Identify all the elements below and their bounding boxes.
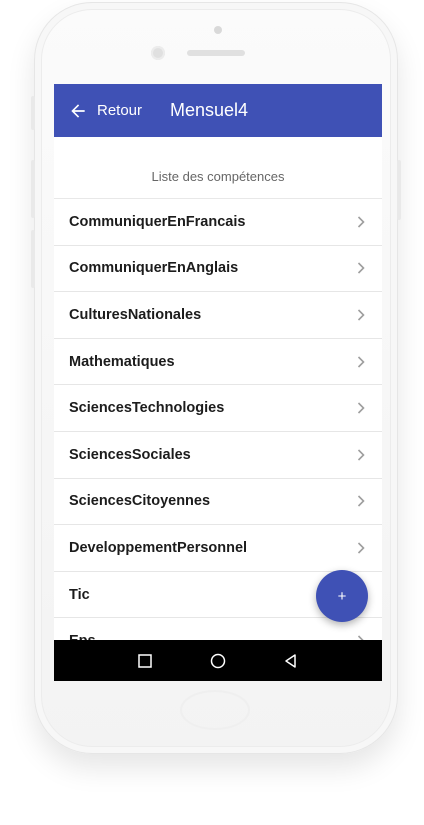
android-nav-bar <box>54 640 382 681</box>
list-item[interactable]: CulturesNationales <box>54 292 382 339</box>
arrow-left-icon <box>71 103 85 118</box>
chevron-right-icon <box>357 495 365 507</box>
triangle-back-icon[interactable] <box>282 652 300 670</box>
home-button-outline <box>180 690 250 730</box>
mute-switch <box>31 96 35 130</box>
list-item-label: SciencesCitoyennes <box>69 493 211 510</box>
chevron-right-icon <box>357 542 365 554</box>
back-button[interactable]: Retour <box>68 84 142 137</box>
chevron-right-icon <box>357 449 365 461</box>
back-label: Retour <box>97 102 143 119</box>
front-camera <box>151 46 165 60</box>
sensor-dot <box>214 26 222 34</box>
list-item-label: CulturesNationales <box>69 306 202 323</box>
list-item-label: Mathematiques <box>69 353 175 370</box>
chevron-right-icon <box>357 402 365 414</box>
app-bar: Retour Mensuel4 <box>54 84 382 137</box>
volume-down-button <box>31 230 35 288</box>
list-item[interactable]: SciencesCitoyennes <box>54 479 382 526</box>
list-item[interactable]: CommuniquerEnFrancais <box>54 199 382 246</box>
volume-up-button <box>31 160 35 218</box>
page-title: Mensuel4 <box>170 100 249 120</box>
square-icon[interactable] <box>136 652 154 670</box>
list-item-label: CommuniquerEnFrancais <box>69 213 246 230</box>
list-item-label: Tic <box>69 586 90 603</box>
phone-screen: Retour Mensuel4 Liste des compétences Co… <box>54 84 382 681</box>
chevron-right-icon <box>357 309 365 321</box>
chevron-right-icon <box>357 356 365 368</box>
power-button <box>397 160 401 220</box>
list-header: Liste des compétences <box>54 137 382 199</box>
list-item[interactable]: Mathematiques <box>54 339 382 386</box>
earpiece-speaker <box>187 50 245 56</box>
list-item-label: SciencesSociales <box>69 446 191 463</box>
list-item-label: CommuniquerEnAnglais <box>69 260 239 277</box>
list-item[interactable]: DeveloppementPersonnel <box>54 525 382 572</box>
add-button[interactable]: + <box>316 570 368 622</box>
list-item-label: SciencesTechnologies <box>69 400 225 417</box>
list-item[interactable]: SciencesTechnologies <box>54 385 382 432</box>
list-item[interactable]: CommuniquerEnAnglais <box>54 246 382 293</box>
list-item[interactable]: SciencesSociales <box>54 432 382 479</box>
circle-icon[interactable] <box>209 652 227 670</box>
chevron-right-icon <box>357 216 365 228</box>
list-item-label: DeveloppementPersonnel <box>69 539 248 556</box>
chevron-right-icon <box>357 262 365 274</box>
